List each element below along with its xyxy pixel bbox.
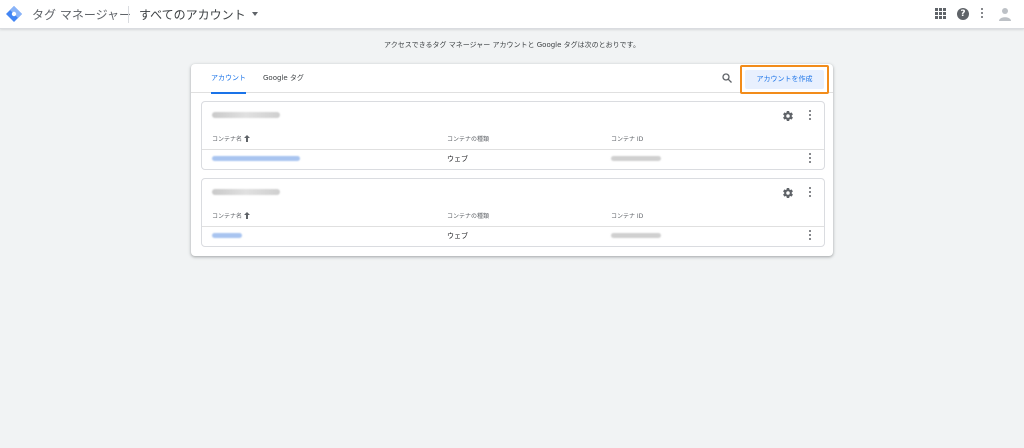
- help-icon[interactable]: ?: [957, 8, 969, 20]
- apps-grid-icon[interactable]: [935, 8, 947, 20]
- dropdown-caret-icon: [251, 12, 258, 16]
- container-type: ウェブ: [447, 232, 468, 240]
- column-header-container-name[interactable]: コンテナ名: [212, 211, 251, 220]
- column-header-container-id: コンテナ ID: [611, 136, 644, 143]
- tab-bar: アカウント Google タグ: [191, 64, 833, 94]
- gear-icon[interactable]: [782, 187, 794, 199]
- create-account-label: アカウントを作成: [745, 70, 824, 89]
- row-divider: [202, 226, 824, 227]
- tab-google-tags[interactable]: Google タグ: [263, 64, 304, 93]
- container-type: ウェブ: [447, 155, 468, 163]
- search-icon[interactable]: [722, 73, 732, 83]
- intro-text: アクセスできるタグ マネージャー アカウントと Google タグは次のとおりで…: [384, 41, 640, 49]
- tab-accounts[interactable]: アカウント: [211, 64, 246, 94]
- account-name-redacted: [212, 112, 280, 118]
- column-header-container-type: コンテナの種類: [447, 213, 490, 220]
- header-divider: [128, 6, 129, 23]
- column-header-label: コンテナ名: [212, 136, 243, 143]
- sort-arrow-up-icon: [244, 135, 251, 142]
- account-selector-label: すべてのアカウント: [139, 7, 246, 22]
- account-selector[interactable]: すべてのアカウント: [139, 5, 258, 23]
- account-name-redacted: [212, 189, 280, 195]
- account-menu-icon[interactable]: [808, 187, 812, 199]
- more-vert-icon[interactable]: [980, 8, 984, 20]
- account-panel: コンテナ名 コンテナの種類 コンテナ ID ウェブ: [201, 178, 825, 247]
- column-header-container-name[interactable]: コンテナ名: [212, 134, 251, 143]
- gear-icon[interactable]: [782, 110, 794, 122]
- row-divider: [202, 149, 824, 150]
- container-id-redacted: [611, 233, 661, 238]
- account-panel: コンテナ名 コンテナの種類 コンテナ ID ウェブ: [201, 101, 825, 170]
- tag-manager-logo-icon[interactable]: [6, 6, 22, 22]
- column-header-label: コンテナ名: [212, 213, 243, 220]
- column-header-container-id: コンテナ ID: [611, 213, 644, 220]
- container-row-menu-icon[interactable]: [808, 230, 812, 242]
- container-name-link-redacted[interactable]: [212, 233, 242, 238]
- container-row-menu-icon[interactable]: [808, 153, 812, 165]
- container-name-link-redacted[interactable]: [212, 156, 300, 161]
- account-avatar-icon[interactable]: [999, 7, 1011, 21]
- app-name: タグ マネージャー: [32, 8, 131, 22]
- create-account-button[interactable]: アカウントを作成: [740, 65, 829, 94]
- top-app-bar: タグ マネージャー すべてのアカウント ?: [0, 0, 1024, 29]
- account-menu-icon[interactable]: [808, 110, 812, 122]
- container-id-redacted: [611, 156, 661, 161]
- sort-arrow-up-icon: [244, 212, 251, 219]
- column-header-container-type: コンテナの種類: [447, 136, 490, 143]
